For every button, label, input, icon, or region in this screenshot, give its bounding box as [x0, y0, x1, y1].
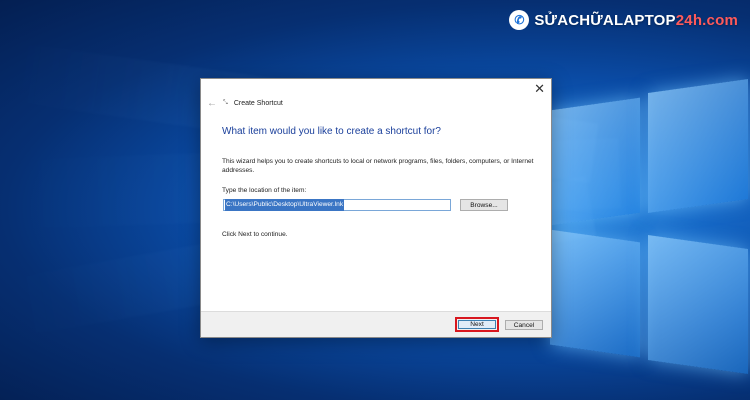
windows-logo-pane	[648, 234, 748, 375]
watermark-accent-text: 24h.com	[675, 11, 738, 29]
dialog-title: Create Shortcut	[233, 100, 283, 107]
windows-logo-pane	[550, 97, 640, 226]
location-label: Type the location of the item:	[222, 187, 307, 194]
wizard-heading: What item would you like to create a sho…	[222, 126, 441, 137]
continue-hint: Click Next to continue.	[222, 231, 288, 238]
browse-button[interactable]: Browse...	[460, 199, 508, 211]
cancel-button[interactable]: Cancel	[505, 320, 543, 330]
windows-logo-pane	[648, 78, 748, 214]
location-input[interactable]: C:\Users\Public\Desktop\UltraViewer.lnk	[223, 199, 451, 211]
wizard-description: This wizard helps you to create shortcut…	[222, 158, 534, 174]
windows-logo-pane	[550, 229, 640, 358]
desktop-background: ✆ SỬACHỮALAPTOP24h.com ✕ ← ⤡ Create Shor…	[0, 0, 750, 400]
watermark-text: SỬACHỮALAPTOP	[534, 11, 676, 29]
dialog-footer: Next Cancel	[201, 311, 551, 337]
phone-icon: ✆	[509, 10, 530, 30]
next-button[interactable]: Next	[458, 320, 496, 329]
shortcut-icon: ⤡	[223, 100, 228, 106]
windows-logo	[540, 64, 750, 394]
wizard-nav: ← ⤡ Create Shortcut	[207, 98, 283, 109]
close-icon[interactable]: ✕	[534, 81, 545, 97]
back-arrow-icon[interactable]: ←	[207, 98, 217, 109]
create-shortcut-dialog: ✕ ← ⤡ Create Shortcut What item would yo…	[200, 78, 552, 338]
location-input-value: C:\Users\Public\Desktop\UltraViewer.lnk	[225, 199, 345, 211]
watermark-logo: ✆ SỬACHỮALAPTOP24h.com	[509, 10, 738, 30]
